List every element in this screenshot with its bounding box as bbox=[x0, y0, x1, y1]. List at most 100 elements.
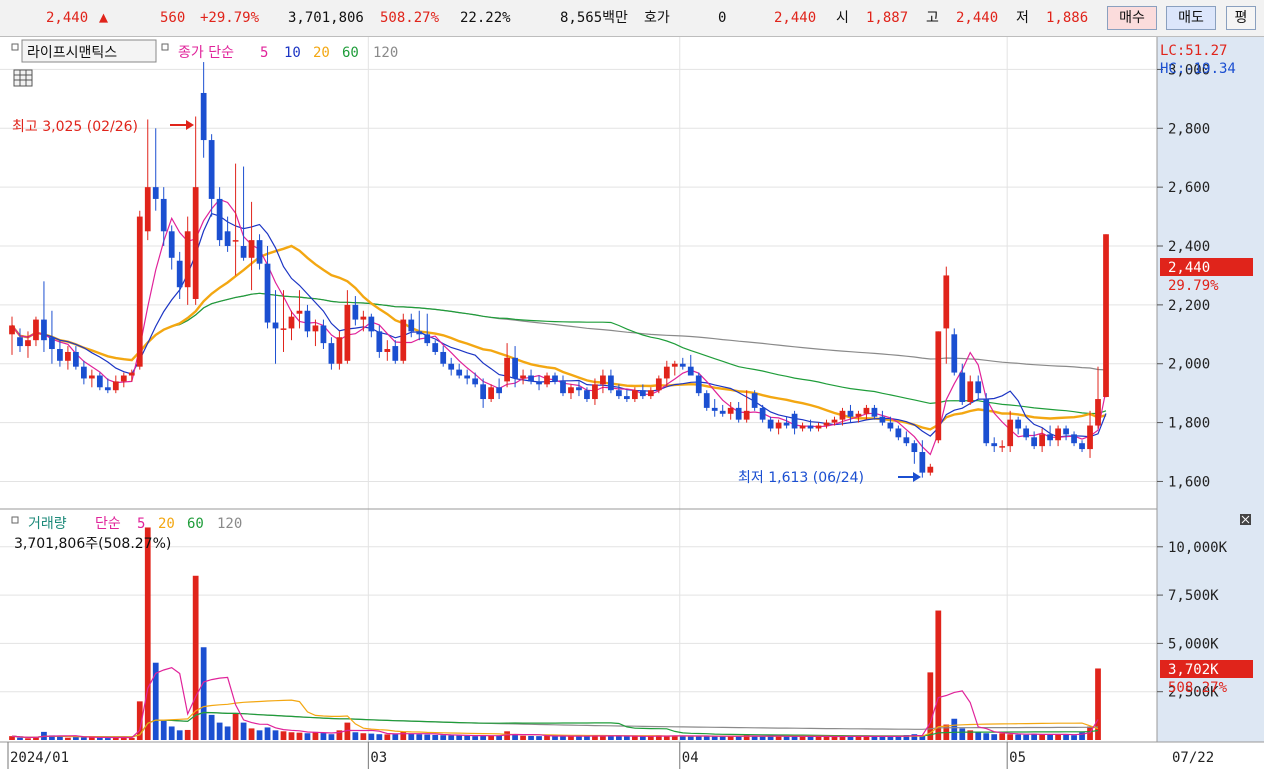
volume-bar bbox=[799, 736, 806, 740]
candle-body bbox=[392, 346, 399, 361]
volume-bar bbox=[17, 737, 23, 740]
volume-bar bbox=[392, 734, 399, 740]
candle-body bbox=[264, 263, 271, 323]
volume-ma-60: 60 bbox=[187, 516, 204, 532]
volume-legend-toggle-icon[interactable] bbox=[11, 516, 19, 524]
lc-value: LC:51.27 bbox=[1160, 43, 1227, 59]
volume-bar bbox=[1023, 734, 1030, 740]
volume-bar bbox=[552, 736, 558, 740]
price-tick-label: 2,000 bbox=[1168, 357, 1210, 373]
volume-bar bbox=[1095, 668, 1101, 740]
candle-body bbox=[88, 375, 95, 379]
candle-body bbox=[144, 187, 151, 232]
candle-body bbox=[200, 92, 207, 141]
candle-body bbox=[104, 387, 111, 391]
volume-bar bbox=[144, 527, 151, 740]
volume-info: 3,701,806주(508.27%) bbox=[14, 536, 171, 552]
close-icon[interactable] bbox=[1240, 514, 1251, 525]
candle-body bbox=[711, 407, 718, 411]
candle-body bbox=[839, 410, 846, 420]
candle-body bbox=[679, 363, 686, 367]
date-label: 2024/01 bbox=[10, 750, 69, 766]
candle-body bbox=[112, 381, 119, 391]
volume-bar bbox=[608, 736, 614, 740]
volume-bar bbox=[256, 730, 263, 740]
low-annotation: 최저 1,613 (06/24) bbox=[738, 470, 864, 486]
volume-bar bbox=[815, 736, 822, 740]
volume-bar bbox=[320, 733, 327, 740]
legend-toggle-icon[interactable] bbox=[11, 43, 19, 51]
volume-bar bbox=[280, 731, 287, 740]
ma-legend-toggle-icon[interactable] bbox=[161, 43, 169, 51]
candle-body bbox=[288, 316, 295, 329]
volume-bar bbox=[408, 733, 415, 740]
price-tick-label: 1,600 bbox=[1168, 474, 1210, 490]
candle-body bbox=[152, 187, 159, 199]
candle-body bbox=[608, 375, 614, 391]
candle-body bbox=[863, 407, 870, 414]
candle-body bbox=[504, 357, 510, 382]
volume-bar bbox=[983, 733, 990, 740]
candle-body bbox=[512, 357, 518, 379]
volume-bar bbox=[759, 736, 766, 740]
candle-body bbox=[360, 316, 367, 320]
candle-body bbox=[1103, 234, 1109, 397]
candle-body bbox=[855, 413, 862, 417]
candle-body bbox=[184, 231, 191, 288]
candle-body bbox=[1079, 443, 1085, 450]
volume-bar bbox=[73, 737, 79, 740]
volume-bar bbox=[951, 718, 958, 740]
volume-bar bbox=[80, 737, 87, 740]
candle-body bbox=[216, 198, 223, 241]
candle-body bbox=[967, 381, 974, 402]
candle-body bbox=[472, 378, 479, 385]
candle-body bbox=[879, 416, 886, 423]
volume-bar bbox=[975, 732, 982, 740]
volume-bar bbox=[384, 734, 391, 740]
ma-legend-type: 종가 단순 bbox=[178, 45, 234, 61]
volume-tick-label: 7,500K bbox=[1168, 588, 1219, 604]
volume-bar bbox=[959, 728, 966, 740]
candle-body bbox=[544, 375, 550, 385]
candle-body bbox=[120, 375, 127, 382]
volume-bar bbox=[935, 610, 942, 740]
volume-bar bbox=[783, 736, 790, 740]
volume-bar bbox=[767, 736, 774, 740]
candle-body bbox=[959, 372, 966, 402]
candle-body bbox=[663, 366, 670, 379]
candle-body bbox=[911, 443, 918, 453]
candle-body bbox=[631, 390, 638, 400]
volume-bar bbox=[679, 736, 686, 740]
volume-bar bbox=[1071, 735, 1077, 740]
candle-body bbox=[1063, 428, 1069, 435]
candle-body bbox=[384, 349, 391, 352]
candle-body bbox=[33, 319, 39, 341]
candle-body bbox=[647, 390, 654, 397]
volume-bar bbox=[360, 733, 367, 740]
volume-bar bbox=[424, 734, 431, 740]
candle-body bbox=[304, 310, 311, 332]
candle-body bbox=[256, 240, 263, 264]
volume-bar bbox=[25, 738, 31, 740]
date-axis bbox=[0, 742, 1264, 769]
candle-body bbox=[600, 375, 606, 385]
candle-body bbox=[687, 366, 694, 376]
candle-body bbox=[496, 387, 502, 394]
candle-body bbox=[568, 387, 574, 394]
volume-ma-20: 20 bbox=[158, 516, 175, 532]
candle-body bbox=[943, 275, 950, 329]
volume-bar bbox=[104, 738, 111, 740]
candle-body bbox=[408, 319, 415, 332]
candle-body bbox=[903, 437, 910, 444]
volume-bar bbox=[432, 734, 439, 740]
candle-body bbox=[336, 337, 343, 364]
volume-bar bbox=[624, 736, 630, 740]
volume-bar bbox=[456, 735, 463, 740]
ma-legend-60: 60 bbox=[342, 45, 359, 61]
volume-bar bbox=[216, 722, 223, 740]
volume-bar bbox=[703, 736, 710, 740]
table-icon[interactable] bbox=[13, 69, 33, 87]
candle-body bbox=[999, 446, 1006, 448]
stock-name: 라이프시맨틱스 bbox=[27, 45, 117, 61]
date-label: 04 bbox=[682, 750, 699, 766]
